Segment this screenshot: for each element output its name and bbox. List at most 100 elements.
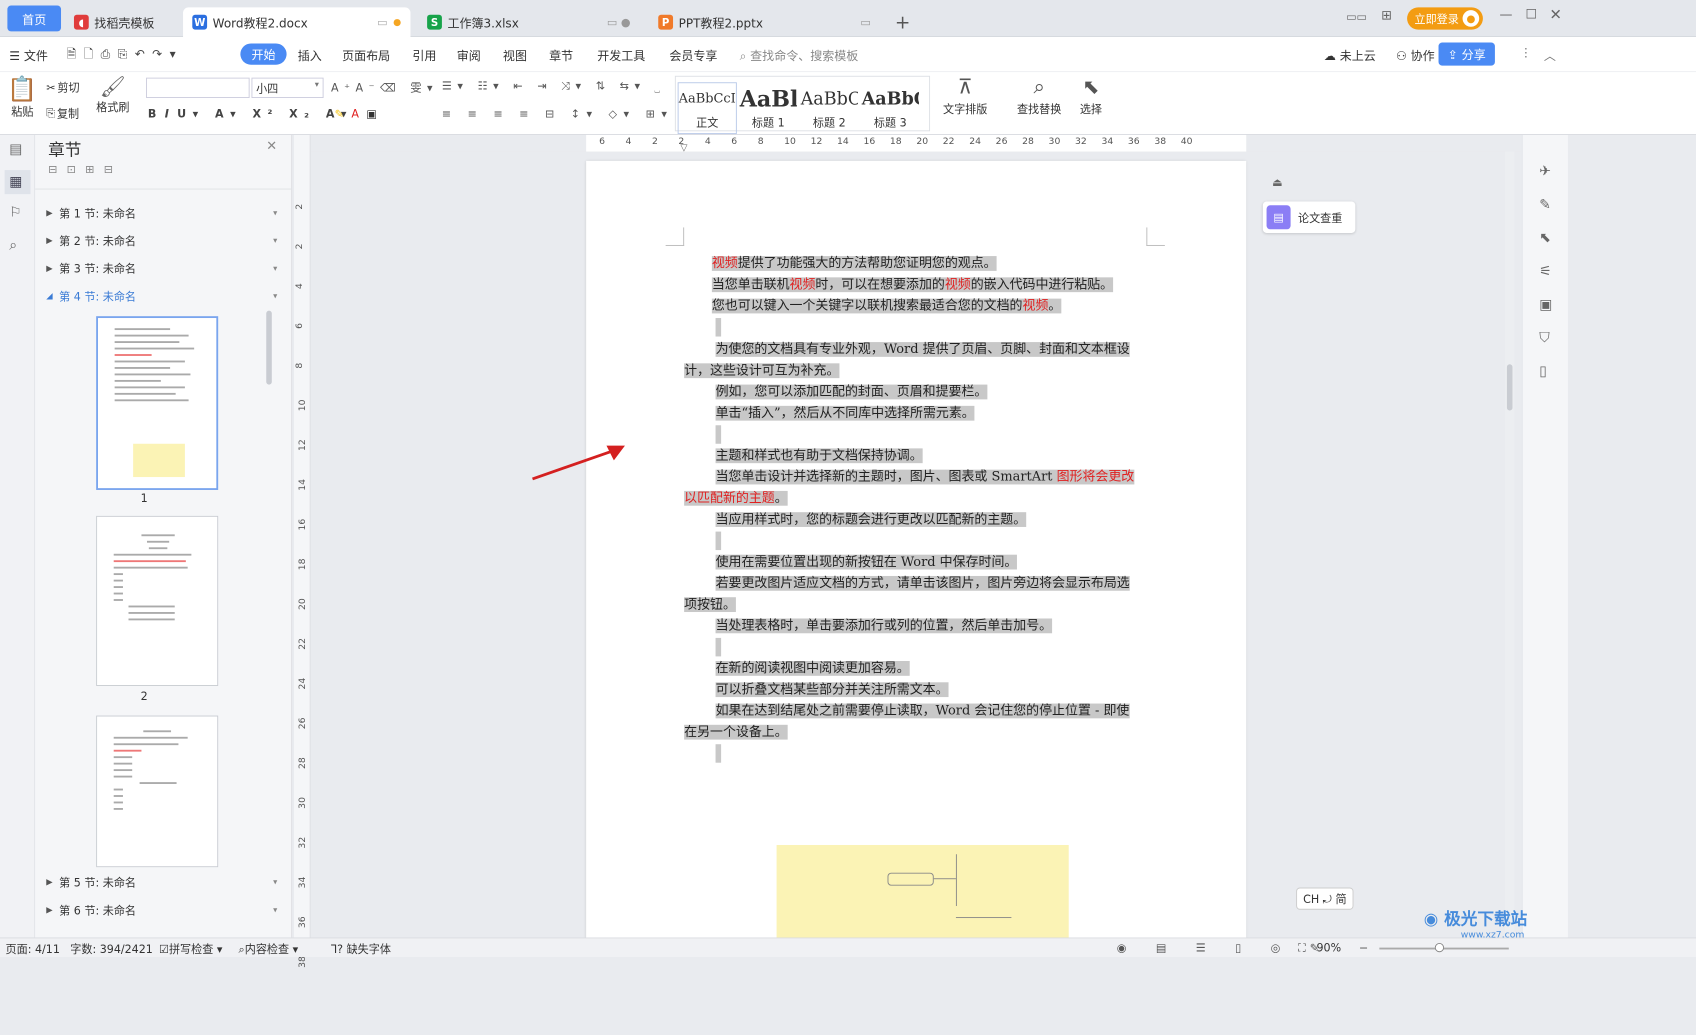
paragraph-11[interactable]: 若要更改图片适应文档的方式，请单击该图片，图片旁边将会显示布局选 — [715, 573, 1130, 593]
zoom-slider-thumb[interactable] — [1434, 942, 1445, 953]
missing-font[interactable]: Ꞁ? 缺失字体 — [331, 941, 391, 957]
content-check[interactable]: ⌕内容检查 ▾ — [239, 941, 299, 957]
paragraph-8-cont[interactable]: 以匹配新的主题。 — [684, 488, 788, 508]
vertical-scrollbar[interactable] — [1505, 151, 1515, 938]
chevron-down-icon[interactable]: ▾ — [273, 906, 277, 915]
color-tools[interactable]: ✎ A ▣ — [335, 107, 383, 120]
section-6[interactable]: ▶ 第 6 节: 未命名 ▾ — [46, 902, 277, 918]
zoom-out-icon[interactable]: − — [1359, 941, 1368, 954]
login-button[interactable]: 立即登录 ● — [1407, 7, 1483, 30]
page-thumb-2[interactable] — [96, 515, 219, 686]
tab-view[interactable]: 视图 — [503, 46, 527, 64]
text-layout-button[interactable]: ⊼ 文字排版 — [943, 76, 987, 117]
page-count[interactable]: 页面: 4/11 — [6, 941, 60, 957]
scroll-thumb[interactable] — [1506, 364, 1513, 411]
spell-check[interactable]: ☑拼写检查 ▾ — [159, 941, 222, 957]
format-painter-button[interactable]: 🖌 格式刷 — [96, 76, 129, 115]
search-icon[interactable]: ⌕ — [9, 237, 17, 254]
tab-xlsx[interactable]: S 工作簿3.xlsx ▭ ● — [418, 7, 640, 37]
paragraph-4[interactable]: 为使您的文档具有专业外观，Word 提供了页眉、页脚、封面和文本框设 — [715, 339, 1130, 359]
vertical-ruler[interactable]: 2 2 4 6 8 10 12 14 16 18 20 22 24 26 28 30 32 34 36 38 — [293, 134, 311, 968]
style-heading3[interactable]: AaBbC 标题 3 — [861, 82, 920, 134]
tab-start[interactable]: 开始 — [240, 43, 287, 65]
paper-check-button[interactable]: ▤ 论文查重 — [1262, 201, 1356, 233]
zoom-level[interactable]: 90% — [1316, 941, 1341, 954]
paragraph-7[interactable]: 主题和样式也有助于文档保持协调。 — [715, 446, 923, 466]
word-count[interactable]: 字数: 394/2421 — [70, 941, 153, 957]
style-normal[interactable]: AaBbCcI 正文 — [677, 82, 737, 135]
paragraph-13[interactable]: 在新的阅读视图中阅读更加容易。 — [715, 658, 910, 678]
chevron-down-icon[interactable]: ▾ — [273, 878, 277, 887]
tab-word-doc[interactable]: W Word教程2.docx ▭ ● — [183, 7, 411, 37]
font-size-tools[interactable]: A⁺A⁻⌫ 雯▾ — [331, 80, 438, 96]
style-heading1[interactable]: AaBl 标题 1 — [739, 82, 798, 134]
select-button[interactable]: ⬉ 选择 — [1080, 76, 1102, 117]
paragraph-9[interactable]: 当应用样式时，您的标题会进行更改以匹配新的主题。 — [715, 509, 1027, 529]
more-icon[interactable]: ⋮ — [1520, 46, 1532, 60]
minimize-icon[interactable]: — — [1500, 7, 1513, 22]
pages-icon[interactable]: ▤ — [9, 141, 22, 158]
paste-button[interactable]: 📋 粘贴 — [7, 76, 37, 119]
tab-reference[interactable]: 引用 — [412, 46, 436, 64]
section-3[interactable]: ▶ 第 3 节: 未命名 ▾ — [46, 261, 277, 277]
section-1[interactable]: ▶ 第 1 节: 未命名 ▾ — [46, 205, 277, 221]
collapse-panel-icon[interactable]: ⏏ — [1272, 176, 1282, 189]
tab-vip[interactable]: 会员专享 — [669, 46, 717, 64]
image-tool-icon[interactable]: ▣ — [1539, 296, 1552, 313]
chevron-down-icon[interactable]: ▾ — [273, 208, 277, 217]
pen-icon[interactable]: ✎ — [1539, 196, 1551, 213]
pointer-icon[interactable]: ⬉ — [1539, 229, 1551, 246]
paragraph-3[interactable]: 您也可以键入一个关键字以联机搜索最适合您的文档的视频。 — [711, 296, 1062, 316]
close-icon[interactable]: ✕ — [266, 139, 277, 154]
share-button[interactable]: ⇪ 分享 — [1438, 42, 1495, 66]
maximize-icon[interactable]: ☐ — [1525, 7, 1537, 22]
paragraph-15[interactable]: 如果在达到结尾处之前需要停止读取，Word 会记住您的停止位置 - 即使 — [715, 701, 1130, 721]
tab-pptx[interactable]: P PPT教程2.pptx ▭ — [649, 7, 880, 37]
paragraph-12[interactable]: 当处理表格时，单击要添加行或列的位置，然后单击加号。 — [715, 616, 1053, 636]
rocket-icon[interactable]: ✈ — [1539, 163, 1551, 180]
page-thumb-3[interactable] — [96, 715, 219, 868]
command-search[interactable]: ⌕ 查找命令、搜索模板 — [740, 46, 859, 64]
quick-access-icons[interactable]: 🗎🗋⎙⎘↶↷▾ — [67, 46, 184, 66]
tab-chapter[interactable]: 章节 — [549, 46, 573, 64]
style-heading2[interactable]: AaBbC 标题 2 — [800, 82, 859, 134]
chevron-down-icon[interactable]: ▾ — [273, 292, 277, 301]
font-family-select[interactable] — [146, 77, 250, 98]
font-size-select[interactable]: 小四 ▾ — [251, 77, 324, 98]
chevron-down-icon[interactable]: ▾ — [273, 236, 277, 245]
font-format-tools[interactable]: B I U▾ A▾ X² X₂ A▾ — [148, 107, 353, 120]
paragraph-6[interactable]: 单击“插入”，然后从不同库中选择所需元素。 — [715, 403, 975, 423]
paragraph-5[interactable]: 例如，您可以添加匹配的封面、页眉和提要栏。 — [715, 382, 988, 402]
book-icon[interactable]: ▯ — [1539, 362, 1547, 379]
tab-insert[interactable]: 插入 — [298, 46, 322, 64]
tab-home[interactable]: 首页 — [7, 5, 62, 32]
document-page[interactable]: 视频提供了功能强大的方法帮助您证明您的观点。 当您单击联机视频时，可以在想要添加… — [586, 160, 1247, 938]
paragraph-10[interactable]: 使用在需要位置出现的新按钮在 Word 中保存时间。 — [715, 552, 1017, 572]
section-5[interactable]: ▶ 第 5 节: 未命名 ▾ — [46, 875, 277, 891]
shield-icon[interactable]: ⛉ — [1539, 329, 1549, 346]
paragraph-1[interactable]: 视频提供了功能强大的方法帮助您证明您的观点。 — [711, 253, 997, 273]
close-window-icon[interactable]: ✕ — [1549, 6, 1561, 24]
paragraph-2[interactable]: 当您单击联机视频时，可以在想要添加的视频的嵌入代码中进行粘贴。 — [711, 275, 1114, 295]
tab-xlsx-close-icon[interactable]: ▭ ● — [607, 16, 631, 29]
sliders-icon[interactable]: ⚟ — [1539, 263, 1551, 280]
zoom-slider[interactable] — [1379, 942, 1509, 953]
collab-button[interactable]: ⚇ 协作 — [1396, 46, 1435, 64]
horizontal-ruler[interactable]: ▽ 6 4 2 2 4 6 8 10 12 14 16 18 20 22 24 26 28 30 32 34 36 38 4… — [310, 134, 1522, 153]
chevron-down-icon[interactable]: ▾ — [273, 264, 277, 273]
tab-layout[interactable]: 页面布局 — [342, 46, 390, 64]
find-replace-button[interactable]: ⌕ 查找替换 — [1017, 76, 1061, 117]
apps-grid-icon[interactable]: ⊞ — [1381, 8, 1392, 23]
list-tools[interactable]: ☰▾ ☷▾ ⇤ ⇥ ⤨▾ ⇅ ⇆▾ ⎵ — [442, 80, 666, 94]
section-4[interactable]: ◢ 第 4 节: 未命名 ▾ — [46, 288, 277, 304]
paragraph-15-cont[interactable]: 在另一个设备上。 — [684, 722, 788, 742]
tab-template[interactable]: ◖ 找稻壳模板 — [65, 7, 180, 37]
new-tab-button[interactable]: + — [886, 7, 914, 37]
nav-scrollbar[interactable] — [266, 310, 272, 385]
paragraph-8[interactable]: 当您单击设计并选择新的主题时，图片、图表或 SmartArt 图形将会更改 — [715, 467, 1135, 487]
paragraph-4-cont[interactable]: 计，这些设计可互为补充。 — [684, 361, 840, 381]
cut-button[interactable]: ✂ 剪切 — [46, 80, 79, 96]
tab-review[interactable]: 审阅 — [457, 46, 481, 64]
layout-icon[interactable]: ▭▭ — [1346, 10, 1367, 23]
fit-page-icon[interactable]: ⛶ — [1298, 941, 1306, 955]
